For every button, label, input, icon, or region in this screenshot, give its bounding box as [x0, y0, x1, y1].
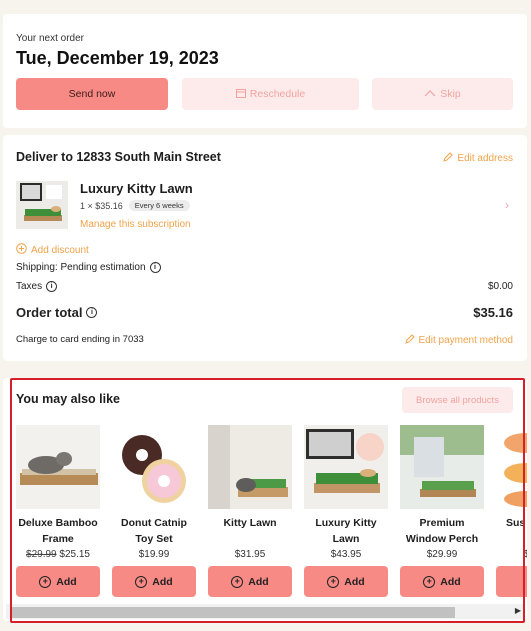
add-button[interactable]: + Add	[400, 566, 484, 597]
shipping-label: Shipping: Pending estimation	[16, 262, 146, 273]
product-card: Deluxe Bamboo Frame $29.99 $25.15 + Add	[16, 425, 100, 597]
card-charge-text: Charge to card ending in 7033	[16, 334, 144, 345]
product-current-price: $43.95	[330, 549, 362, 560]
edit-address-label: Edit address	[457, 153, 513, 164]
product-name: Sus T	[506, 517, 527, 529]
skip-button[interactable]: Skip	[372, 78, 513, 110]
add-button[interactable]: + Add	[16, 566, 100, 597]
plus-circle-icon: +	[39, 575, 52, 588]
horizontal-scrollbar[interactable]: ▶	[6, 604, 524, 619]
upsell-title: You may also like	[16, 392, 120, 406]
product-price: $29.99	[400, 549, 484, 560]
product-name: Kitty Lawn	[223, 517, 277, 529]
upsell-card: You may also like Browse all products De…	[3, 378, 527, 621]
scroll-right-arrow-icon[interactable]: ▶	[515, 606, 521, 615]
product-image	[496, 425, 527, 509]
product-name: Luxury Kitty Lawn	[315, 517, 377, 545]
add-label: Add	[344, 575, 365, 588]
add-button[interactable]: + Add	[208, 566, 292, 597]
browse-all-label: Browse all products	[416, 394, 499, 406]
info-icon[interactable]: i	[86, 307, 98, 318]
shipping-row: Shipping: Pending estimation i	[16, 262, 161, 273]
product-price: $29.99 $25.15	[16, 549, 100, 560]
delivery-title: Deliver to 12833 South Main Street	[16, 150, 221, 164]
product-current-price: $29.99	[426, 549, 458, 560]
order-total-value: $35.16	[473, 305, 513, 320]
skip-icon	[424, 88, 436, 100]
plus-circle-icon: +	[327, 575, 340, 588]
send-now-button[interactable]: Send now	[16, 78, 168, 110]
product-price: $31.95	[208, 549, 292, 560]
info-icon[interactable]: i	[149, 262, 161, 273]
add-discount-link[interactable]: Add discount	[16, 243, 89, 257]
product-image	[304, 425, 388, 509]
browse-all-products-button[interactable]: Browse all products	[402, 387, 513, 413]
product-image	[16, 425, 100, 509]
next-order-label: Your next order	[16, 33, 85, 44]
calendar-icon	[235, 88, 246, 101]
product-name: Luxury Kitty Lawn	[80, 181, 193, 196]
product-name: Donut Catnip Toy Set	[121, 517, 187, 545]
add-button[interactable]: +	[496, 566, 527, 597]
add-button[interactable]: + Add	[304, 566, 388, 597]
next-order-card: Your next order Tue, December 19, 2023 S…	[3, 14, 527, 128]
chevron-right-icon[interactable]: ›	[505, 198, 509, 212]
next-order-date: Tue, December 19, 2023	[16, 48, 219, 68]
add-label: Add	[248, 575, 269, 588]
product-current-price: $25.15	[59, 549, 90, 560]
plus-circle-icon: +	[423, 575, 436, 588]
scrollbar-thumb[interactable]	[10, 607, 455, 618]
product-current-price: $19.99	[138, 549, 170, 560]
delivery-card: Deliver to 12833 South Main Street Edit …	[3, 135, 527, 361]
plus-circle-icon	[16, 243, 27, 257]
manage-subscription-link[interactable]: Manage this subscription	[80, 219, 191, 230]
product-meta: 1 × $35.16 Every 6 weeks	[80, 200, 190, 211]
reschedule-label: Reschedule	[249, 88, 306, 100]
product-price: $	[496, 549, 527, 560]
product-price: $43.95	[304, 549, 388, 560]
product-old-price: $29.99	[26, 549, 57, 560]
product-image	[208, 425, 292, 509]
edit-address-link[interactable]: Edit address	[443, 152, 513, 165]
edit-payment-link[interactable]: Edit payment method	[404, 334, 514, 347]
order-total-label: Order total	[16, 305, 83, 320]
order-total-row: Order total i	[16, 305, 98, 320]
taxes-row: Taxes i	[16, 281, 58, 292]
add-discount-label: Add discount	[31, 244, 89, 256]
product-card: Premium Window Perch $29.99 + Add	[400, 425, 484, 597]
product-card: Kitty Lawn $31.95 + Add	[208, 425, 292, 597]
add-label: Add	[152, 575, 173, 588]
reschedule-button[interactable]: Reschedule	[182, 78, 359, 110]
add-label: Add	[440, 575, 461, 588]
pencil-icon	[443, 152, 454, 165]
edit-payment-label: Edit payment method	[418, 335, 514, 346]
product-qty-price: 1 × $35.16	[80, 200, 123, 211]
send-now-label: Send now	[68, 88, 116, 100]
add-button[interactable]: + Add	[112, 566, 196, 597]
product-current-price: $31.95	[234, 549, 266, 560]
product-name: Deluxe Bamboo Frame	[18, 517, 98, 545]
plus-circle-icon: +	[231, 575, 244, 588]
frequency-badge: Every 6 weeks	[128, 200, 190, 211]
taxes-label: Taxes	[16, 281, 43, 292]
product-image	[400, 425, 484, 509]
card-charge-label: Charge to card ending in 7033	[16, 334, 144, 345]
product-thumbnail	[16, 181, 68, 229]
product-card: Luxury Kitty Lawn $43.95 + Add	[304, 425, 388, 597]
product-name: Premium Window Perch	[405, 517, 479, 545]
pencil-icon	[404, 334, 415, 347]
product-current-price: $	[524, 549, 527, 560]
info-icon[interactable]: i	[46, 281, 58, 292]
skip-label: Skip	[440, 88, 461, 100]
taxes-value: $0.00	[487, 281, 513, 292]
product-card: Donut Catnip Toy Set $19.99 + Add	[112, 425, 196, 597]
plus-circle-icon: +	[135, 575, 148, 588]
product-price: $19.99	[112, 549, 196, 560]
product-image	[112, 425, 196, 509]
add-label: Add	[56, 575, 77, 588]
manage-subscription-label: Manage this subscription	[80, 219, 191, 230]
product-card: Sus T $ +	[496, 425, 527, 597]
